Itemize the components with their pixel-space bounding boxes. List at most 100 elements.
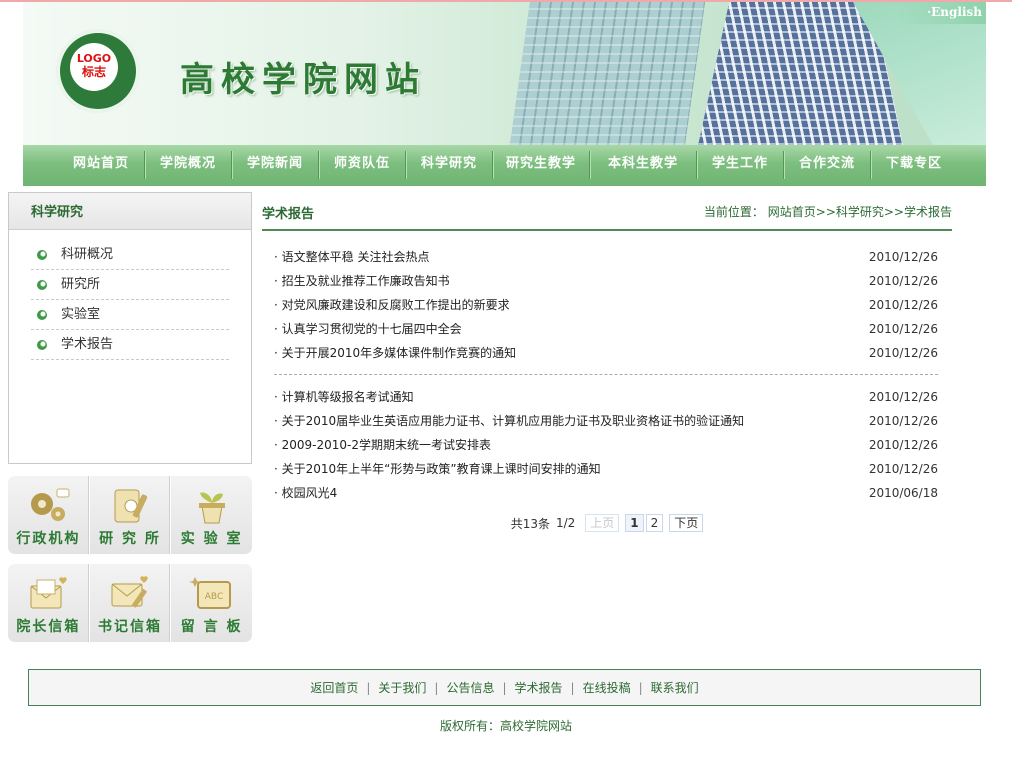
sidebar-menu-box: 科学研究 科研概况研究所实验室学术报告 — [8, 192, 252, 464]
chalkboard-icon: ABC — [188, 574, 235, 614]
plant-pot-icon — [189, 486, 235, 526]
footer-link-3[interactable]: 公告信息 — [446, 681, 494, 695]
sidebar-item-1[interactable]: 科研概况 — [31, 240, 229, 270]
nav-item-8[interactable]: 学生工作 — [697, 145, 783, 186]
article-date: 2010/12/26 — [868, 390, 938, 404]
article-date: 2010/12/26 — [868, 274, 938, 288]
article-row: 关于开展2010年多媒体课件制作竞赛的通知 2010/12/26 — [274, 341, 938, 365]
footer-link-4[interactable]: 学术报告 — [515, 681, 563, 695]
footer-link-1[interactable]: 返回首页 — [310, 681, 358, 695]
article-date: 2010/12/26 — [868, 322, 938, 336]
main-content: 学术报告 当前位置： 网站首页>>科学研究>>学术报告 语文整体平稳 关注社会热… — [262, 193, 952, 532]
article-title-link[interactable]: 校园风光4 — [274, 481, 338, 505]
sidebar-item-label: 学术报告 — [61, 337, 114, 352]
quick-link-plant-pot[interactable]: 实 验 室 — [170, 476, 252, 554]
nav-item-5[interactable]: 科学研究 — [406, 145, 492, 186]
article-date: 2010/12/26 — [868, 346, 938, 360]
nav-item-3[interactable]: 学院新闻 — [232, 145, 318, 186]
footer-separator: | — [502, 681, 507, 695]
quick-link-label: 实 验 室 — [180, 531, 243, 547]
article-row: 语文整体平稳 关注社会热点 2010/12/26 — [274, 245, 938, 269]
pager-page-count: 1/2 — [555, 516, 576, 530]
article-group-1: 语文整体平稳 关注社会热点 2010/12/26 招生及就业推荐工作廉政告知书 201… — [274, 245, 938, 365]
logo-subtext: 标志 — [81, 65, 106, 79]
pager-next-button[interactable]: 下页 — [669, 514, 704, 532]
sidebar-item-2[interactable]: 研究所 — [31, 270, 229, 300]
article-title-link[interactable]: 对党风廉政建设和反腐败工作提出的新要求 — [274, 293, 510, 317]
article-row: 认真学习贯彻党的十七届四中全会 2010/12/26 — [274, 317, 938, 341]
nav-item-1[interactable]: 网站首页 — [58, 145, 144, 186]
footer-separator: | — [366, 681, 371, 695]
pager-page-1[interactable]: 1 — [625, 514, 644, 532]
article-row: 对党风廉政建设和反腐败工作提出的新要求 2010/12/26 — [274, 293, 938, 317]
article-row: 2009-2010-2学期期末统一考试安排表 2010/12/26 — [274, 433, 938, 457]
article-title-link[interactable]: 认真学习贯彻党的十七届四中全会 — [274, 317, 462, 341]
article-row: 计算机等级报名考试通知 2010/12/26 — [274, 385, 938, 409]
envelope-heart-icon — [25, 574, 71, 614]
sidebar-item-label: 研究所 — [61, 277, 101, 292]
footer-link-6[interactable]: 联系我们 — [651, 681, 699, 695]
article-date: 2010/12/26 — [868, 438, 938, 452]
sidebar-list: 科研概况研究所实验室学术报告 — [31, 240, 229, 360]
sidebar-item-label: 科研概况 — [61, 247, 114, 262]
footer-link-5[interactable]: 在线投稿 — [583, 681, 631, 695]
article-title-link[interactable]: 关于2010年上半年“形势与政策”教育课上课时间安排的通知 — [274, 457, 601, 481]
nav-item-4[interactable]: 师资队伍 — [319, 145, 405, 186]
article-date: 2010/12/26 — [868, 298, 938, 312]
pagination: 共13条 1/2 上页 12 下页 — [262, 514, 952, 532]
article-date: 2010/12/26 — [868, 462, 938, 476]
content-header: 学术报告 当前位置： 网站首页>>科学研究>>学术报告 — [262, 193, 952, 231]
article-list: 语文整体平稳 关注社会热点 2010/12/26 招生及就业推荐工作廉政告知书 201… — [274, 245, 938, 505]
header-building-image — [509, 2, 706, 145]
pager-page-2[interactable]: 2 — [645, 514, 664, 532]
quick-link-notebook-pen[interactable]: 研 究 所 — [88, 476, 171, 554]
pager-total: 共13条 — [510, 516, 550, 531]
quick-link-envelope-heart[interactable]: 院长信箱 — [8, 564, 89, 642]
footer-separator: | — [434, 681, 439, 695]
logo-center: LOGO 标志 — [70, 43, 118, 91]
quick-link-gears[interactable]: 行政机构 — [8, 476, 89, 554]
breadcrumb: 当前位置： 网站首页>>科学研究>>学术报告 — [704, 203, 952, 220]
quick-link-label: 留 言 板 — [180, 619, 243, 635]
bullet-icon — [37, 340, 47, 350]
article-row: 校园风光4 2010/06/18 — [274, 481, 938, 505]
quick-links-row-1: 行政机构 研 究 所 实 验 室 — [8, 476, 252, 554]
nav-item-6[interactable]: 研究生教学 — [493, 145, 589, 186]
article-date: 2010/06/18 — [868, 486, 938, 500]
quick-link-envelope-pen[interactable]: 书记信箱 — [88, 564, 171, 642]
article-date: 2010/12/26 — [868, 250, 938, 264]
bullet-icon — [37, 250, 47, 260]
nav-item-2[interactable]: 学院概况 — [145, 145, 231, 186]
quick-link-chalkboard[interactable]: ABC 留 言 板 — [170, 564, 252, 642]
nav-item-7[interactable]: 本科生教学 — [590, 145, 696, 186]
page-title: 学术报告 — [262, 207, 315, 222]
gears-icon — [25, 486, 71, 526]
quick-link-label: 研 究 所 — [99, 531, 161, 547]
article-title-link[interactable]: 关于开展2010年多媒体课件制作竞赛的通知 — [274, 341, 517, 365]
article-title-link[interactable]: 关于2010届毕业生英语应用能力证书、计算机应用能力证书及职业资格证书的验证通知 — [274, 409, 745, 433]
breadcrumb-prefix: 当前位置： — [703, 205, 764, 219]
footer-separator: | — [638, 681, 643, 695]
english-link[interactable]: ·English — [896, 2, 986, 24]
footer-separator: | — [570, 681, 575, 695]
left-sidebar: 科学研究 科研概况研究所实验室学术报告 行政机构 研 究 所 实 验 室 院长信箱 书… — [8, 192, 252, 642]
article-title-link[interactable]: 语文整体平稳 关注社会热点 — [274, 245, 430, 269]
article-row: 关于2010届毕业生英语应用能力证书、计算机应用能力证书及职业资格证书的验证通知… — [274, 409, 938, 433]
site-logo[interactable]: LOGO 标志 — [56, 29, 140, 113]
sidebar-title: 科学研究 — [9, 193, 251, 230]
article-title-link[interactable]: 招生及就业推荐工作廉政告知书 — [274, 269, 450, 293]
pager-prev-button[interactable]: 上页 — [585, 514, 620, 532]
sidebar-item-4[interactable]: 学术报告 — [31, 330, 229, 360]
article-title-link[interactable]: 2009-2010-2学期期末统一考试安排表 — [274, 433, 491, 457]
logo-text: LOGO — [76, 52, 112, 65]
bullet-icon — [37, 310, 47, 320]
quick-link-label: 院长信箱 — [16, 619, 81, 635]
sidebar-item-3[interactable]: 实验室 — [31, 300, 229, 330]
site-title: 高校学院网站 — [180, 60, 426, 100]
quick-link-label: 行政机构 — [16, 531, 81, 547]
footer-link-2[interactable]: 关于我们 — [378, 681, 426, 695]
breadcrumb-path[interactable]: 网站首页>>科学研究>>学术报告 — [768, 205, 952, 219]
nav-item-10[interactable]: 下载专区 — [871, 145, 957, 186]
nav-item-9[interactable]: 合作交流 — [784, 145, 870, 186]
article-title-link[interactable]: 计算机等级报名考试通知 — [274, 385, 414, 409]
